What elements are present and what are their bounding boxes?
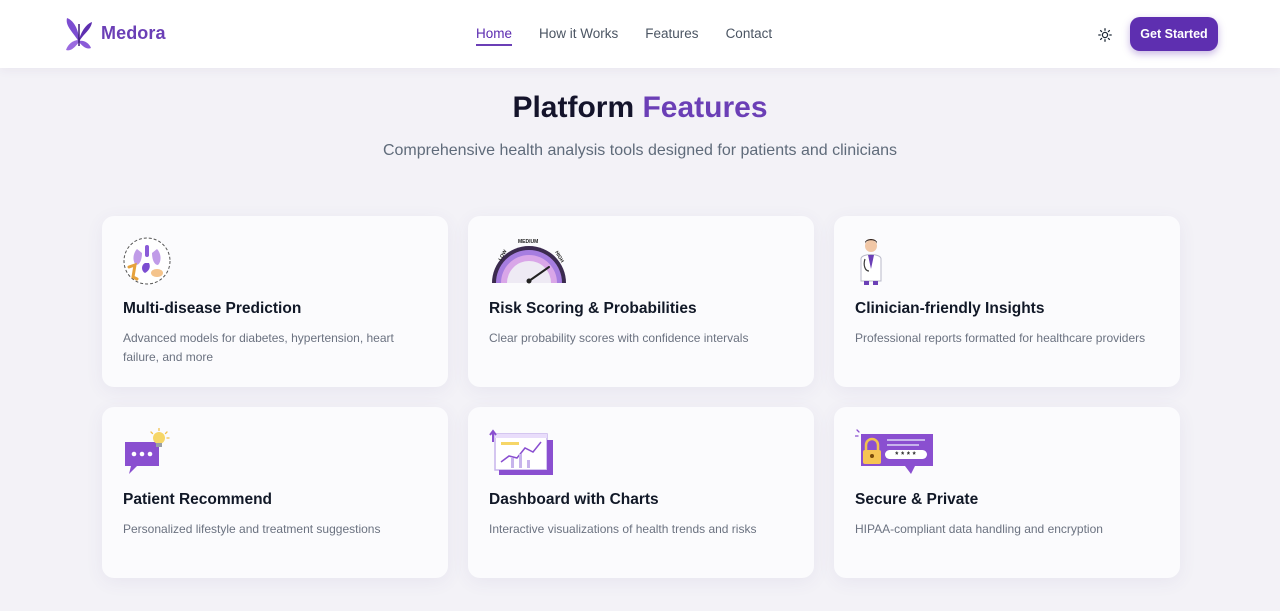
feature-title: Secure & Private — [855, 491, 979, 508]
feature-title: Patient Recommend — [123, 491, 273, 508]
title-main: Platform — [512, 91, 635, 124]
page-subtitle: Comprehensive health analysis tools desi… — [382, 142, 898, 159]
feature-card-multi-disease: Multi-disease Prediction Advanced models… — [102, 216, 448, 387]
feature-title: Risk Scoring & Probabilities — [489, 300, 697, 317]
feature-description: Advanced models for diabetes, hypertensi… — [123, 331, 394, 364]
lock-password-icon: **** — [855, 429, 933, 474]
chat-lightbulb-icon — [125, 428, 170, 474]
organs-illustration-icon — [123, 237, 171, 285]
feature-description: Professional reports formatted for healt… — [855, 331, 1146, 345]
sun-icon — [1098, 28, 1112, 42]
feature-description: Personalized lifestyle and treatment sug… — [123, 522, 381, 536]
top-nav-bar: Medora Home How it Works Features Contac… — [0, 0, 1280, 68]
main-nav: Home How it Works Features Contact — [476, 26, 772, 46]
feature-description: Clear probability scores with confidence… — [489, 331, 749, 345]
feature-card-clinician-insights: Clinician-friendly Insights Professional… — [834, 216, 1180, 387]
nav-home[interactable]: Home — [476, 26, 513, 46]
title-accent: Features — [642, 91, 768, 124]
feature-description: HIPAA-compliant data handling and encryp… — [855, 522, 1103, 536]
gauge-medium-label: MEDIUM — [518, 239, 538, 245]
nav-features[interactable]: Features — [645, 26, 698, 46]
brand-logo[interactable]: Medora — [63, 12, 166, 54]
risk-gauge-icon: LOW MEDIUM HIGH — [492, 239, 566, 284]
nav-how-it-works[interactable]: How it Works — [539, 26, 618, 46]
feature-card-dashboard-charts: Dashboard with Charts Interactive visual… — [468, 407, 814, 578]
feature-card-patient-recommend: Patient Recommend Personalized lifestyle… — [102, 407, 448, 578]
butterfly-logo-icon — [66, 18, 92, 51]
doctor-icon — [860, 239, 882, 285]
brand-name: Medora — [101, 22, 166, 43]
dashboard-chart-icon — [489, 429, 553, 475]
feature-description: Interactive visualizations of health tre… — [489, 522, 757, 536]
theme-toggle-button[interactable] — [1096, 26, 1114, 44]
page-title: Platform Features — [0, 91, 1280, 125]
feature-card-risk-scoring: LOW MEDIUM HIGH Risk Scoring & Probabili… — [468, 216, 814, 387]
nav-contact[interactable]: Contact — [726, 26, 773, 46]
feature-title: Clinician-friendly Insights — [855, 300, 1045, 317]
feature-card-secure-private: **** Secure & Private HIPAA-compliant da… — [834, 407, 1180, 578]
get-started-button[interactable]: Get Started — [1130, 17, 1218, 51]
password-mask: **** — [894, 452, 917, 461]
feature-title: Multi-disease Prediction — [123, 300, 302, 317]
feature-title: Dashboard with Charts — [489, 491, 659, 508]
